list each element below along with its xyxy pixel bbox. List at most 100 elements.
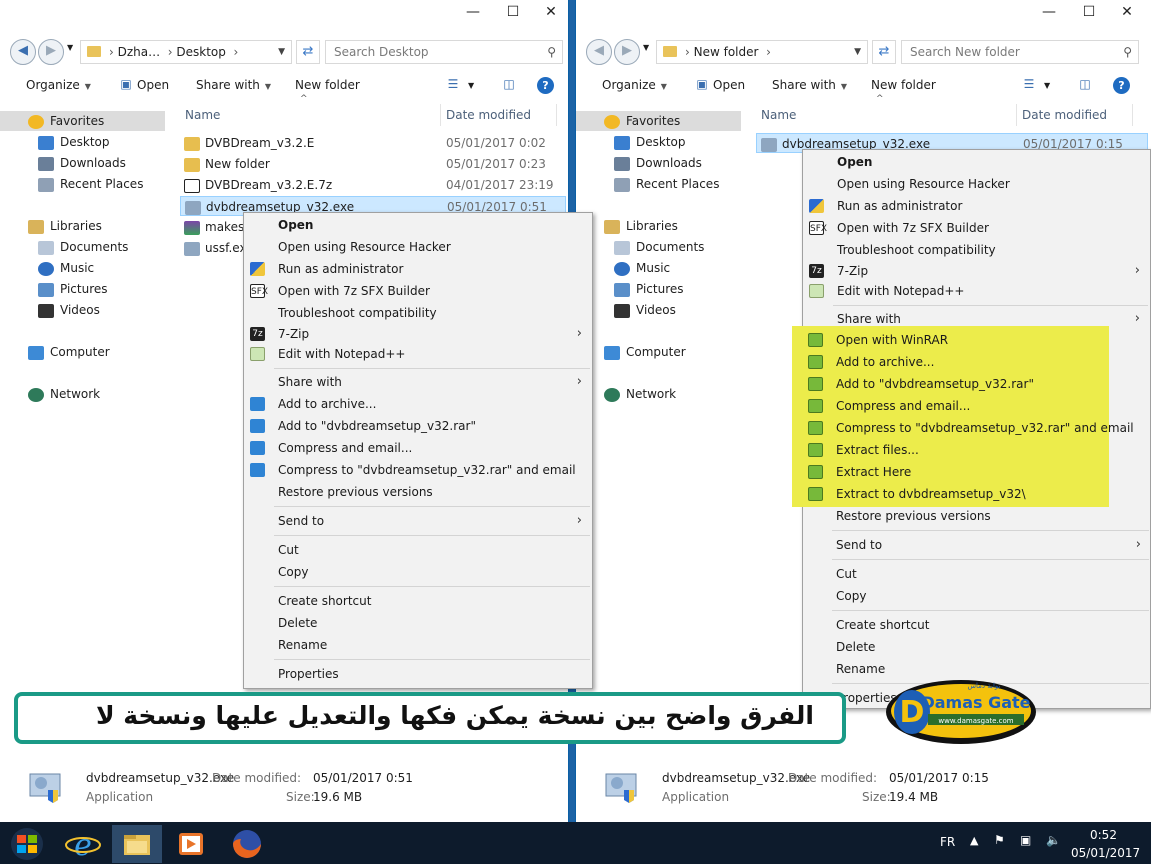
menu-item-run-as-admin[interactable]: Run as administrator bbox=[244, 258, 592, 280]
breadcrumb-part[interactable]: Dzha… bbox=[118, 45, 161, 59]
menu-item-7z-sfx[interactable]: SFX Open with 7z SFX Builder bbox=[244, 280, 592, 302]
menu-item-create-shortcut[interactable]: Create shortcut bbox=[244, 590, 592, 612]
menu-item-rename[interactable]: Rename bbox=[244, 634, 592, 656]
menu-item-run-as-admin[interactable]: Run as administrator bbox=[803, 195, 1150, 217]
minimize-button[interactable]: — bbox=[460, 2, 486, 22]
menu-item-7z-sfx[interactable]: SFX Open with 7z SFX Builder bbox=[803, 217, 1150, 239]
list-item[interactable]: DVBDream_v3.2.E.7z 04/01/2017 23:19 bbox=[184, 175, 564, 195]
menu-item-extract-files[interactable]: Extract files... bbox=[802, 439, 1151, 461]
preview-pane-icon[interactable]: ◫ bbox=[1076, 77, 1094, 93]
list-item[interactable]: DVBDream_v3.2.E 05/01/2017 0:02 bbox=[184, 133, 564, 153]
preview-pane-icon[interactable]: ◫ bbox=[500, 77, 518, 93]
nav-downloads[interactable]: Downloads bbox=[576, 153, 702, 173]
nav-computer[interactable]: Computer bbox=[0, 342, 110, 362]
nav-network[interactable]: Network bbox=[0, 384, 100, 404]
breadcrumb-part[interactable]: Desktop bbox=[176, 45, 226, 59]
share-with-button[interactable]: Share with ▼ bbox=[196, 78, 271, 92]
menu-item-add-to-archive[interactable]: Add to archive... bbox=[244, 393, 592, 415]
network-tray-icon[interactable]: ▣ bbox=[1020, 833, 1031, 847]
show-hidden-icons-icon[interactable]: ▲ bbox=[970, 834, 978, 847]
maximize-button[interactable]: ☐ bbox=[500, 2, 526, 22]
menu-item-send-to[interactable]: Send to › bbox=[244, 510, 592, 532]
menu-item-cut[interactable]: Cut bbox=[802, 563, 1151, 585]
address-bar[interactable]: › New folder › ▼ bbox=[656, 40, 868, 64]
menu-item-create-shortcut[interactable]: Create shortcut bbox=[802, 614, 1151, 636]
clock-time[interactable]: 0:52 bbox=[1090, 828, 1117, 842]
firefox-icon[interactable] bbox=[222, 825, 272, 863]
menu-item-notepadpp[interactable]: Edit with Notepad++ bbox=[244, 343, 592, 365]
menu-item-7zip[interactable]: 7z 7-Zip › bbox=[244, 323, 592, 345]
file-explorer-icon[interactable] bbox=[112, 825, 162, 863]
help-icon[interactable]: ? bbox=[537, 77, 554, 94]
menu-item-share-with[interactable]: Share with › bbox=[244, 371, 592, 393]
nav-documents[interactable]: Documents bbox=[0, 237, 128, 257]
nav-recent-places[interactable]: Recent Places bbox=[0, 174, 143, 194]
nav-pictures[interactable]: Pictures bbox=[0, 279, 108, 299]
media-player-icon[interactable] bbox=[166, 825, 216, 863]
nav-videos[interactable]: Videos bbox=[0, 300, 100, 320]
menu-item-open-winrar[interactable]: Open with WinRAR bbox=[802, 329, 1151, 351]
menu-item-delete[interactable]: Delete bbox=[244, 612, 592, 634]
breadcrumb-part[interactable]: New folder bbox=[694, 45, 759, 59]
column-header-date[interactable]: Date modified bbox=[1022, 108, 1107, 122]
column-header-date[interactable]: Date modified bbox=[446, 108, 531, 122]
forward-button[interactable]: ▶ bbox=[38, 39, 64, 65]
refresh-button[interactable]: ⇄ bbox=[296, 40, 320, 64]
new-folder-button[interactable]: New folder bbox=[871, 78, 936, 92]
menu-item-troubleshoot[interactable]: Troubleshoot compatibility bbox=[244, 302, 592, 324]
refresh-button[interactable]: ⇄ bbox=[872, 40, 896, 64]
menu-item-properties[interactable]: Properties bbox=[244, 663, 592, 685]
search-input[interactable]: Search New folder ⚲ bbox=[901, 40, 1139, 64]
action-center-icon[interactable]: ⚑ bbox=[994, 833, 1005, 847]
share-with-button[interactable]: Share with ▼ bbox=[772, 78, 847, 92]
organize-button[interactable]: Organize ▼ bbox=[26, 78, 91, 92]
list-item[interactable]: New folder 05/01/2017 0:23 bbox=[184, 154, 564, 174]
address-bar[interactable]: › Dzha… › Desktop › ▼ bbox=[80, 40, 292, 64]
forward-button[interactable]: ▶ bbox=[614, 39, 640, 65]
clock-date[interactable]: 05/01/2017 bbox=[1071, 846, 1140, 860]
back-button[interactable]: ◀ bbox=[10, 39, 36, 65]
menu-item-add-to-rar[interactable]: Add to "dvbdreamsetup_v32.rar" bbox=[244, 415, 592, 437]
nav-favorites[interactable]: Favorites bbox=[0, 111, 165, 131]
menu-item-notepadpp[interactable]: Edit with Notepad++ bbox=[803, 280, 1150, 302]
menu-item-open[interactable]: Open bbox=[244, 214, 592, 236]
chevron-down-icon[interactable]: ▼ bbox=[854, 41, 861, 63]
column-header-name[interactable]: Name bbox=[761, 108, 796, 122]
new-folder-button[interactable]: New folder bbox=[295, 78, 360, 92]
nav-downloads[interactable]: Downloads bbox=[0, 153, 126, 173]
menu-item-add-to-archive[interactable]: Add to archive... bbox=[802, 351, 1151, 373]
chevron-down-icon[interactable]: ▼ bbox=[278, 41, 285, 63]
internet-explorer-icon[interactable]: e bbox=[58, 825, 108, 863]
nav-music[interactable]: Music bbox=[0, 258, 94, 278]
organize-button[interactable]: Organize ▼ bbox=[602, 78, 667, 92]
menu-item-restore-versions[interactable]: Restore previous versions bbox=[244, 481, 592, 503]
menu-item-restore-versions[interactable]: Restore previous versions bbox=[802, 505, 1151, 527]
menu-item-resource-hacker[interactable]: Open using Resource Hacker bbox=[244, 236, 592, 258]
nav-recent-places[interactable]: Recent Places bbox=[576, 174, 719, 194]
view-options-icon[interactable]: ☰ bbox=[1020, 77, 1038, 93]
menu-item-compress-rar-email[interactable]: Compress to "dvbdreamsetup_v32.rar" and … bbox=[802, 417, 1151, 439]
open-button[interactable]: Open bbox=[137, 78, 169, 92]
menu-item-7zip[interactable]: 7z 7-Zip › bbox=[803, 260, 1150, 282]
menu-item-compress-rar-email[interactable]: Compress to "dvbdreamsetup_v32.rar" and … bbox=[244, 459, 592, 481]
list-item[interactable]: makesf bbox=[184, 217, 248, 237]
search-icon[interactable]: ⚲ bbox=[547, 41, 556, 63]
view-options-icon[interactable]: ☰ bbox=[444, 77, 462, 93]
menu-item-open[interactable]: Open bbox=[803, 151, 1150, 173]
open-button[interactable]: Open bbox=[713, 78, 745, 92]
column-header-name[interactable]: Name bbox=[185, 108, 220, 122]
menu-item-extract-to[interactable]: Extract to dvbdreamsetup_v32\ bbox=[802, 483, 1151, 505]
menu-item-compress-email[interactable]: Compress and email... bbox=[244, 437, 592, 459]
search-icon[interactable]: ⚲ bbox=[1123, 41, 1132, 63]
nav-documents[interactable]: Documents bbox=[576, 237, 704, 257]
start-button[interactable] bbox=[2, 825, 52, 863]
chevron-down-icon[interactable]: ▼ bbox=[1044, 81, 1050, 90]
menu-item-troubleshoot[interactable]: Troubleshoot compatibility bbox=[803, 239, 1150, 261]
nav-desktop[interactable]: Desktop bbox=[0, 132, 110, 152]
minimize-button[interactable]: — bbox=[1036, 2, 1062, 22]
menu-item-copy[interactable]: Copy bbox=[802, 585, 1151, 607]
list-item[interactable]: ussf.exe bbox=[184, 238, 254, 258]
menu-item-extract-here[interactable]: Extract Here bbox=[802, 461, 1151, 483]
nav-favorites[interactable]: Favorites bbox=[576, 111, 741, 131]
volume-muted-icon[interactable]: 🔈 bbox=[1046, 833, 1061, 847]
